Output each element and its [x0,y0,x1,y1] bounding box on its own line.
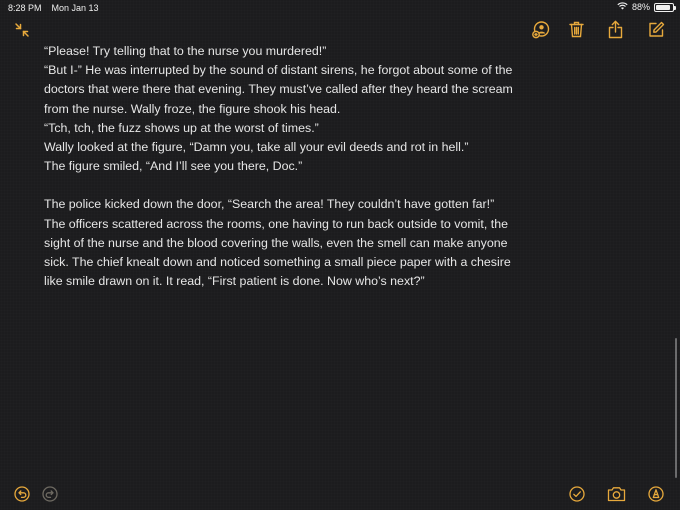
note-line: The police kicked down the door, “Search… [44,197,495,212]
status-right: 88% [617,2,676,12]
note-line: “Please! Try telling that to the nurse y… [44,44,327,58]
note-line: doctors that were there that evening. Th… [44,82,513,97]
note-line: from the nurse. Wally froze, the figure … [44,101,341,116]
note-line: sick. The chief knealt down and noticed … [44,255,511,270]
battery-percent: 88% [631,2,650,12]
status-time: 8:28 PM [8,3,42,13]
trash-icon[interactable] [569,21,584,38]
note-line: like smile drawn on it. It read, “First … [44,274,425,289]
note-line: sight of the nurse and the blood coverin… [44,235,508,250]
note-line: “But I-” He was interrupted by the sound… [44,63,513,78]
markup-icon[interactable] [648,486,664,502]
wifi-icon [617,2,628,12]
scrollbar[interactable] [675,338,677,478]
share-people-icon[interactable] [532,21,550,39]
battery-icon [654,2,676,12]
camera-icon[interactable] [607,486,626,502]
redo-icon[interactable] [42,486,58,502]
compose-icon[interactable] [648,21,665,38]
scrolled-text-remnant [44,20,344,38]
share-icon[interactable] [608,20,623,39]
checklist-icon[interactable] [569,486,585,502]
note-body[interactable]: “Please! Try telling that to the nurse y… [44,42,564,291]
note-line: “Tch, tch, the fuzz shows up at the wors… [44,120,319,135]
undo-icon[interactable] [14,486,30,502]
status-date: Mon Jan 13 [51,3,99,13]
status-bar: 8:28 PM Mon Jan 13 88% [0,0,680,16]
note-line: The figure smiled, “And I’ll see you the… [44,159,303,174]
collapse-icon[interactable] [14,22,30,38]
note-line: Wally looked at the figure, “Damn you, t… [44,140,469,155]
battery-fill [656,4,671,10]
note-line: The officers scattered across the rooms,… [44,216,508,231]
